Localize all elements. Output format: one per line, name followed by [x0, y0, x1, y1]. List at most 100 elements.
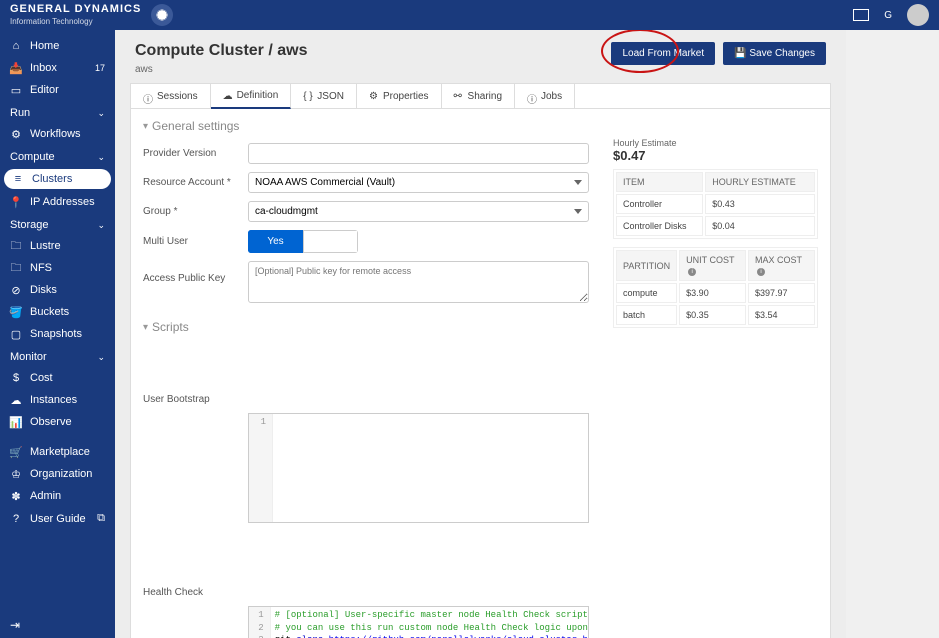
- sidebar-section-monitor[interactable]: Monitor⌄: [0, 345, 115, 367]
- sidebar-item-userguide[interactable]: ?User Guide⧉: [0, 507, 115, 530]
- avatar[interactable]: [907, 4, 929, 26]
- tab-label: Jobs: [541, 91, 562, 102]
- cell: $3.90: [679, 283, 746, 303]
- col-header: UNIT COSTi: [679, 250, 746, 281]
- sidebar-item-instances[interactable]: ☁Instances: [0, 389, 115, 411]
- snapshot-icon: ▢: [10, 328, 22, 340]
- sidebar-item-buckets[interactable]: 🪣Buckets: [0, 301, 115, 323]
- col-header: ITEM: [616, 172, 703, 192]
- line-number: 1: [251, 609, 264, 622]
- sidebar-item-label: Lustre: [30, 240, 61, 252]
- resource-account-select[interactable]: NOAA AWS Commercial (Vault): [248, 172, 589, 193]
- section-general-settings[interactable]: General settings: [131, 109, 601, 139]
- access-key-textarea[interactable]: [248, 261, 589, 303]
- sidebar-item-label: Disks: [30, 284, 57, 296]
- inbox-icon: 📥: [10, 62, 22, 74]
- sidebar-item-label: Admin: [30, 490, 61, 502]
- toggle-no[interactable]: [303, 230, 358, 253]
- editor-body[interactable]: # [optional] User-specific master node H…: [271, 607, 588, 638]
- sidebar-item-marketplace[interactable]: 🛒Marketplace: [0, 441, 115, 463]
- multi-user-toggle[interactable]: Yes: [248, 230, 358, 253]
- load-from-market-button[interactable]: Load From Market: [611, 42, 715, 65]
- estimate-partition-table: PARTITION UNIT COSTi MAX COSTi compute$3…: [613, 247, 818, 328]
- table-row: Controller$0.43: [616, 194, 815, 214]
- messages-icon[interactable]: [853, 9, 869, 21]
- col-header: PARTITION: [616, 250, 677, 281]
- sidebar-item-workflows[interactable]: ⚙Workflows: [0, 123, 115, 145]
- collapse-sidebar-icon[interactable]: ⇥: [10, 618, 20, 632]
- resource-account-label: Resource Account *: [143, 177, 248, 188]
- folder-icon: 🗀: [10, 262, 22, 274]
- sidebar-item-snapshots[interactable]: ▢Snapshots: [0, 323, 115, 345]
- table-row: compute$3.90$397.97: [616, 283, 815, 303]
- sidebar-item-admin[interactable]: ✽Admin: [0, 485, 115, 507]
- section-scripts[interactable]: Scripts: [131, 310, 601, 340]
- home-icon: ⌂: [10, 40, 22, 52]
- info-icon: ⓘ: [527, 91, 537, 101]
- sidebar-item-lustre[interactable]: 🗀 Lustre: [0, 235, 115, 257]
- sidebar-section-run[interactable]: Run⌄: [0, 101, 115, 123]
- gear-icon: ⚙: [369, 91, 379, 101]
- cell: Controller: [616, 194, 703, 214]
- section-label: Run: [10, 107, 30, 119]
- tab-properties[interactable]: ⚙Properties: [357, 84, 442, 108]
- sidebar: ⌂Home 📥Inbox17 ▭Editor Run⌄ ⚙Workflows C…: [0, 30, 115, 638]
- col-header: HOURLY ESTIMATE: [705, 172, 815, 192]
- sidebar-item-observe[interactable]: 📊Observe: [0, 411, 115, 433]
- sidebar-section-storage[interactable]: Storage⌄: [0, 213, 115, 235]
- folder-icon: 🗀: [10, 240, 22, 252]
- cell: batch: [616, 305, 677, 325]
- tab-jobs[interactable]: ⓘ Jobs: [515, 84, 575, 108]
- sidebar-item-editor[interactable]: ▭Editor: [0, 79, 115, 101]
- inbox-badge: 17: [95, 63, 105, 73]
- sidebar-item-cost[interactable]: $Cost: [0, 367, 115, 389]
- sidebar-item-label: Organization: [30, 468, 92, 480]
- tabs-row: ⓘSessions ☁Definition { }JSON ⚙Propertie…: [131, 84, 830, 109]
- editor-body[interactable]: [273, 414, 281, 522]
- sidebar-item-label: User Guide: [30, 513, 86, 525]
- col-header: MAX COSTi: [748, 250, 815, 281]
- cell: $0.35: [679, 305, 746, 325]
- chevron-down-icon: ⌄: [97, 152, 105, 163]
- code-line: # you can use this run custom node Healt…: [275, 623, 588, 633]
- noaa-logo-icon: [151, 4, 173, 26]
- tab-label: Sessions: [157, 91, 198, 102]
- sidebar-item-ip[interactable]: 📍IP Addresses: [0, 191, 115, 213]
- cloud-icon: ☁: [223, 91, 233, 101]
- toggle-yes[interactable]: Yes: [248, 230, 303, 253]
- chevron-down-icon: ⌄: [97, 220, 105, 231]
- sidebar-item-label: Observe: [30, 416, 72, 428]
- provider-version-label: Provider Version: [143, 148, 248, 159]
- health-check-editor[interactable]: 1 2 3 4 # [optional] User-specific maste…: [248, 606, 589, 638]
- brand-name: GENERAL DYNAMICS: [10, 3, 141, 15]
- table-row: batch$0.35$3.54: [616, 305, 815, 325]
- tab-sharing[interactable]: ⚯Sharing: [442, 84, 515, 108]
- info-icon[interactable]: i: [757, 268, 765, 276]
- save-icon: 💾: [734, 48, 746, 59]
- sidebar-item-home[interactable]: ⌂ Home: [0, 35, 115, 57]
- save-changes-button[interactable]: 💾 Save Changes: [723, 42, 826, 65]
- health-check-label: Health Check: [143, 537, 248, 598]
- info-icon[interactable]: i: [688, 268, 696, 276]
- sidebar-item-inbox[interactable]: 📥Inbox17: [0, 57, 115, 79]
- provider-version-input[interactable]: [248, 143, 589, 164]
- tab-sessions[interactable]: ⓘSessions: [131, 84, 211, 108]
- editor-icon: ▭: [10, 84, 22, 96]
- sidebar-item-label: Home: [30, 40, 59, 52]
- sidebar-item-disks[interactable]: ⊘Disks: [0, 279, 115, 301]
- cell: $0.04: [705, 216, 815, 236]
- tab-definition[interactable]: ☁Definition: [211, 84, 292, 109]
- sidebar-section-compute[interactable]: Compute⌄: [0, 145, 115, 167]
- user-bootstrap-editor[interactable]: 1: [248, 413, 589, 523]
- pin-icon: 📍: [10, 196, 22, 208]
- sidebar-item-clusters[interactable]: ≡Clusters: [4, 169, 111, 189]
- dollar-icon: $: [10, 372, 22, 384]
- access-key-label: Access Public Key: [143, 261, 248, 284]
- chevron-down-icon: ⌄: [97, 352, 105, 363]
- sidebar-item-organization[interactable]: ♔Organization: [0, 463, 115, 485]
- tab-json[interactable]: { }JSON: [291, 84, 357, 108]
- table-row: Controller Disks$0.04: [616, 216, 815, 236]
- group-select[interactable]: ca-cloudmgmt: [248, 201, 589, 222]
- line-number: 1: [251, 416, 266, 429]
- sidebar-item-nfs[interactable]: 🗀NFS: [0, 257, 115, 279]
